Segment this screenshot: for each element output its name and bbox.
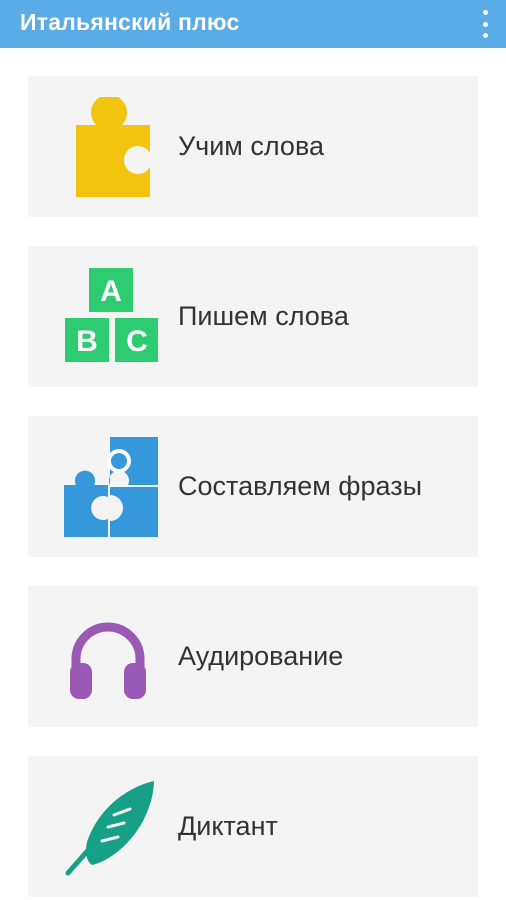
dot bbox=[482, 33, 488, 38]
menu-item-listening[interactable]: Аудирование bbox=[28, 586, 478, 727]
block-letter-a: A bbox=[100, 275, 122, 308]
menu-item-build-phrases[interactable]: Составляем фразы bbox=[28, 416, 478, 557]
headphones-icon bbox=[58, 607, 158, 707]
menu-item-write-words[interactable]: A B C Пишем слова bbox=[28, 246, 478, 387]
puzzle-pieces-icon bbox=[58, 437, 158, 537]
app-bar: Итальянский плюс bbox=[0, 0, 506, 48]
feather-icon bbox=[58, 777, 158, 877]
block-letter-c: C bbox=[126, 325, 148, 358]
dot bbox=[482, 10, 488, 15]
app-title: Итальянский плюс bbox=[20, 9, 240, 35]
overflow-menu-button[interactable] bbox=[478, 8, 492, 40]
menu-item-label: Диктант bbox=[178, 811, 278, 841]
block-letter-b: B bbox=[76, 325, 98, 358]
menu-item-label: Составляем фразы bbox=[178, 471, 423, 501]
menu-item-label: Пишем слова bbox=[178, 301, 349, 331]
abc-blocks-icon: A B C bbox=[58, 267, 159, 367]
puzzle-piece-icon bbox=[58, 94, 158, 197]
menu-item-learn-words[interactable]: Учим слова bbox=[28, 76, 478, 217]
dot bbox=[482, 21, 488, 27]
menu-item-dictation[interactable]: Диктант bbox=[28, 756, 478, 897]
menu-item-label: Аудирование bbox=[178, 641, 344, 671]
menu-item-label: Учим слова bbox=[178, 131, 324, 161]
